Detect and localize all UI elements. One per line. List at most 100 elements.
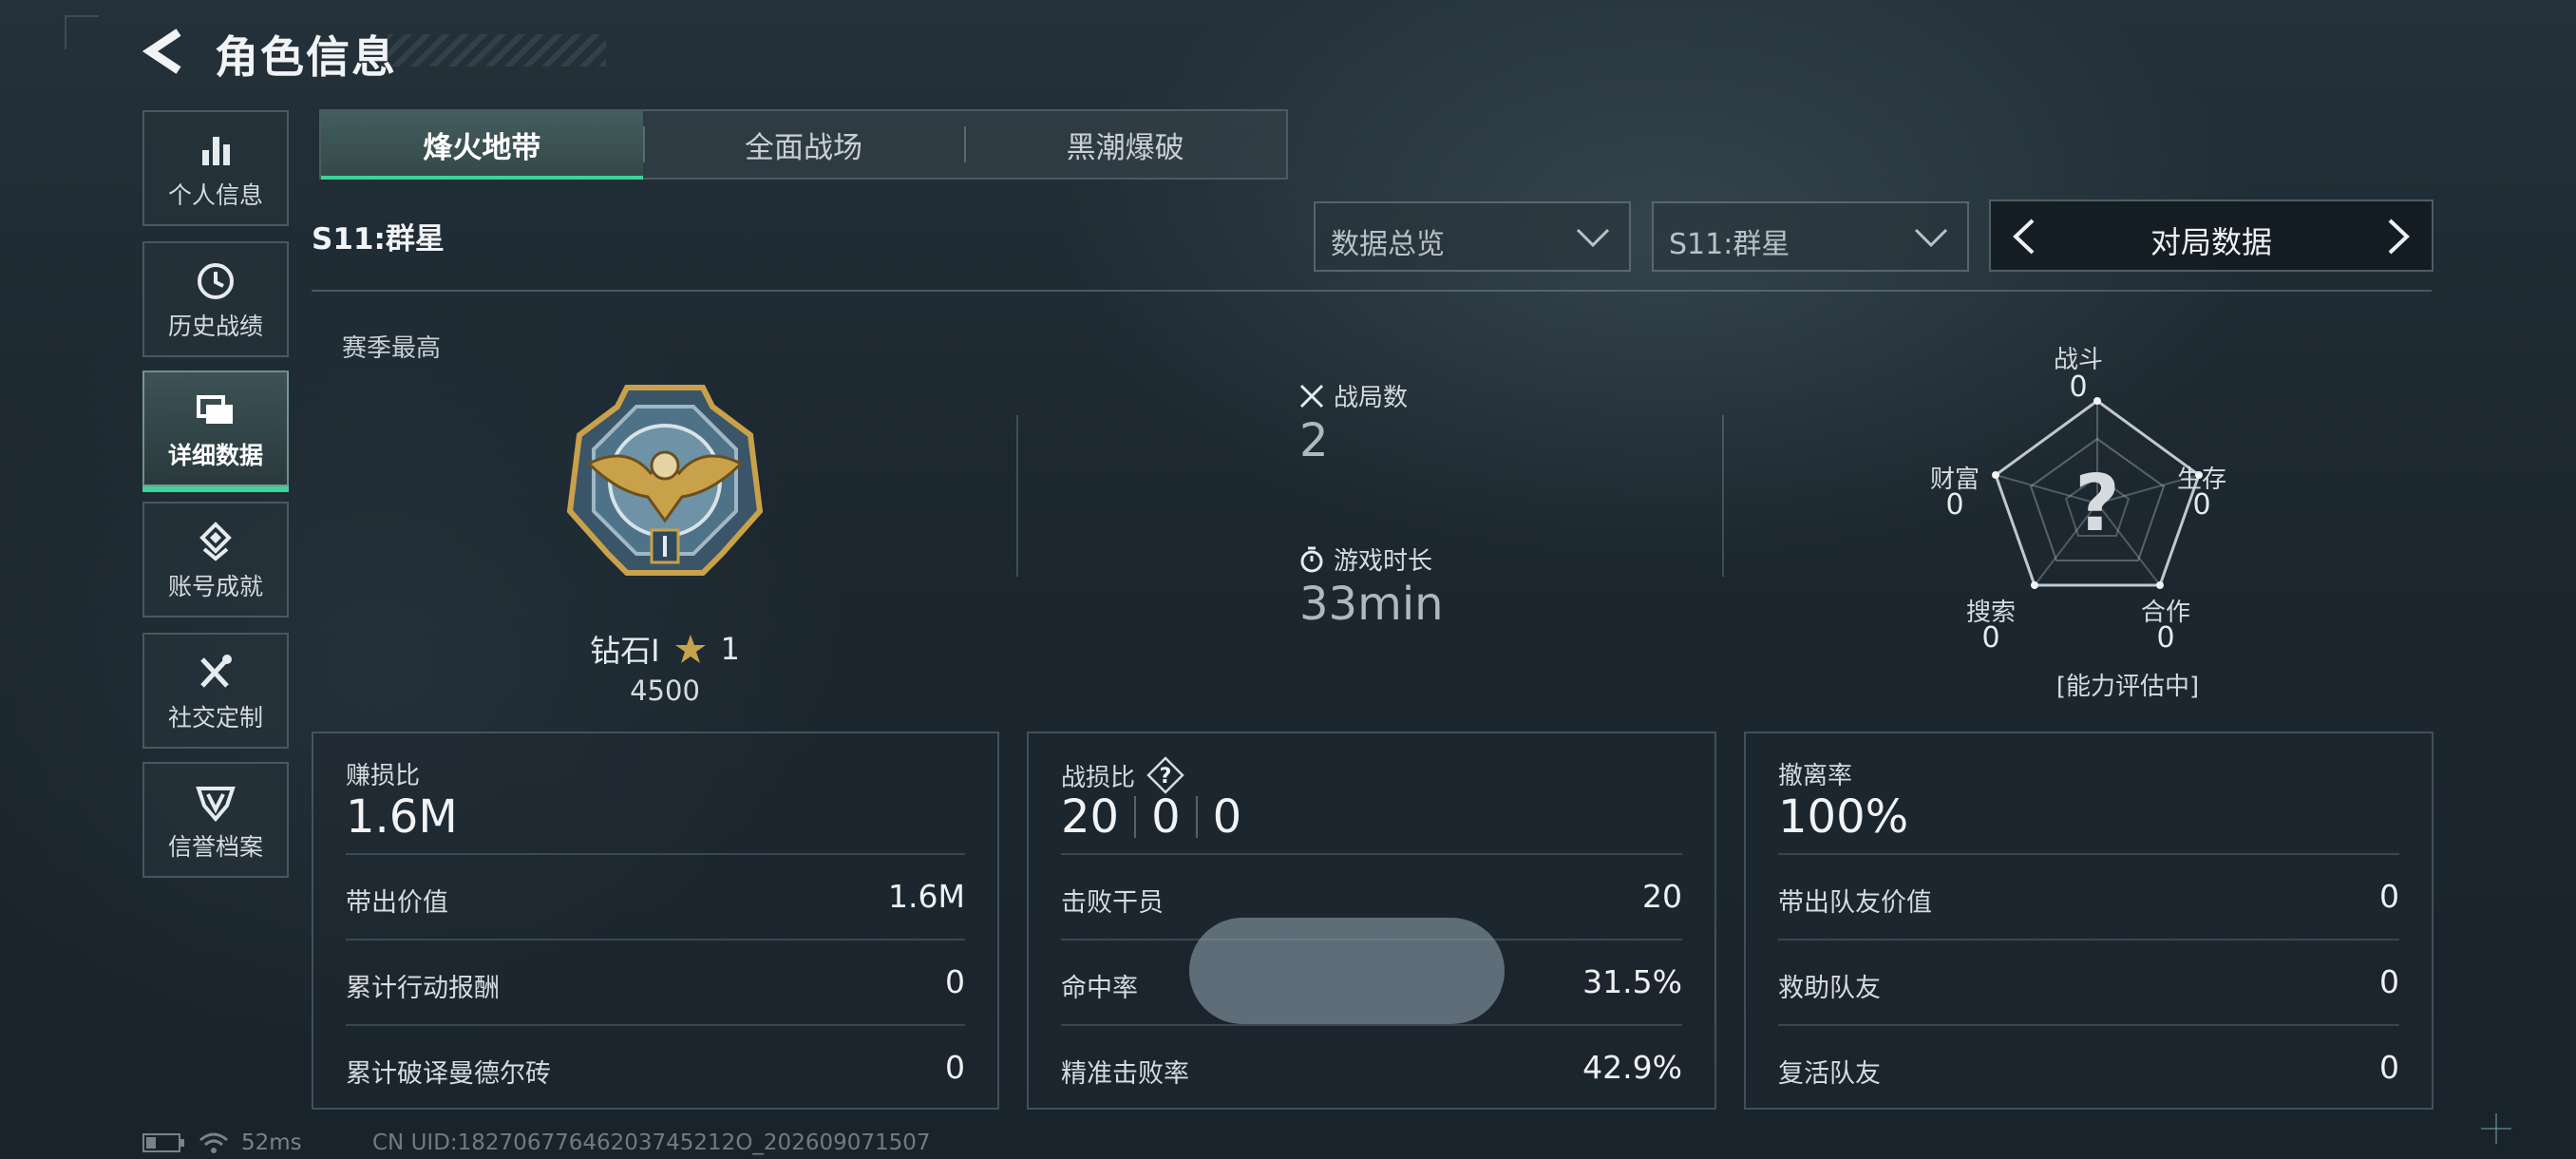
stat-label: 复活队友 — [1778, 1059, 1881, 1089]
radar-value-survival: 0 — [2192, 488, 2211, 522]
stat-label: 命中率 — [1061, 974, 1138, 1003]
sidebar-item-label: 信誉档案 — [167, 833, 263, 861]
sidebar-item-detailed-data[interactable]: 详细数据 — [142, 370, 289, 492]
stat-row: 累计破译曼德尔砖 0 — [346, 1024, 965, 1112]
back-arrow-icon — [142, 28, 181, 74]
card-title: 赚损比 — [346, 762, 421, 790]
card-main-value: 100% — [1778, 790, 1909, 844]
stat-value: 0 — [945, 963, 965, 1000]
corner-decoration — [65, 15, 99, 49]
crossed-swords-icon — [1299, 384, 1324, 408]
sidebar-item-label: 历史战绩 — [167, 313, 263, 340]
sidebar-item-personal-info[interactable]: 个人信息 — [142, 110, 289, 226]
stat-value: 42.9% — [1582, 1049, 1682, 1086]
radar-value-coop: 0 — [2156, 621, 2175, 655]
diamond-rank-medal-icon — [566, 385, 764, 576]
stat-value: 0 — [2379, 963, 2399, 1000]
assists-value: 0 — [1212, 790, 1242, 844]
folder-icon — [197, 395, 233, 424]
sidebar-item-label: 个人信息 — [167, 181, 263, 209]
stat-label: 救助队友 — [1778, 974, 1881, 1003]
ping-value: 52ms — [241, 1130, 302, 1155]
matches-value: 2 — [1299, 414, 1329, 467]
sidebar-item-label: 社交定制 — [167, 704, 263, 732]
battery-icon — [142, 1133, 184, 1152]
season-peak-label: 赛季最高 — [342, 334, 442, 363]
stat-row: 救助队友 0 — [1778, 939, 2399, 1026]
vertical-divider — [1722, 415, 1724, 577]
separator — [1134, 796, 1137, 838]
dropdown-value: S11:群星 — [1669, 228, 1790, 261]
floating-overlay-button[interactable] — [1189, 918, 1505, 1024]
wifi-icon — [199, 1132, 228, 1153]
playtime-value: 33min — [1299, 578, 1444, 631]
bar-chart-icon — [202, 137, 230, 165]
stat-row: 精准击败率 42.9% — [1061, 1024, 1682, 1112]
stat-label: 击败干员 — [1061, 888, 1164, 918]
achievement-icon — [199, 522, 232, 561]
playtime-label: 游戏时长 — [1297, 542, 1432, 577]
kd-values: 20 0 0 — [1061, 790, 1241, 844]
season-dropdown[interactable]: S11:群星 — [1652, 201, 1969, 272]
sidebar-item-label: 账号成就 — [167, 573, 263, 600]
data-mode-label: 对局数据 — [2150, 224, 2272, 260]
stat-row: 累计行动报酬 0 — [346, 939, 965, 1026]
peak-rank: 钻石I 1 — [532, 627, 798, 671]
sidebar-item-history[interactable]: 历史战绩 — [142, 241, 289, 357]
stat-value: 20 — [1642, 878, 1682, 915]
stopwatch-icon — [1300, 546, 1323, 572]
stat-label: 带出价值 — [346, 888, 448, 918]
stat-label: 累计破译曼德尔砖 — [346, 1059, 551, 1089]
page-title: 角色信息 — [215, 31, 397, 83]
matches-label: 战局数 — [1297, 378, 1408, 413]
title-decoration — [388, 34, 606, 66]
back-button[interactable] — [141, 27, 186, 76]
rank-name: 钻石I — [590, 633, 660, 669]
profit-card: 赚损比 1.6M 带出价值 1.6M 累计行动报酬 0 累计破译曼德尔砖 0 — [312, 732, 999, 1110]
sidebar-item-label: 详细数据 — [167, 442, 263, 469]
shield-icon — [196, 787, 236, 823]
status-bar: 52ms — [142, 1130, 302, 1155]
separator — [1195, 796, 1198, 838]
svg-text:?: ? — [1160, 765, 1172, 788]
radar-value-search: 0 — [1981, 621, 2000, 655]
dropdown-value: 数据总览 — [1331, 228, 1445, 261]
clock-icon — [198, 263, 234, 299]
mode-tabs: 烽火地带 全面战场 黑潮爆破 — [319, 109, 1288, 180]
radar-value-combat: 0 — [2069, 370, 2088, 404]
card-title: 撤离率 — [1778, 762, 1853, 790]
ability-status: [能力评估中] — [2055, 673, 2200, 701]
season-title: S11:群星 — [312, 222, 445, 256]
extraction-card: 撤离率 100% 带出队友价值 0 救助队友 0 复活队友 0 — [1744, 732, 2434, 1110]
stat-row: 带出队友价值 0 — [1778, 853, 2399, 940]
tab-warzone[interactable]: 烽火地带 — [321, 111, 643, 180]
radar-center-mark: ? — [2074, 459, 2120, 549]
tab-blacktide[interactable]: 黑潮爆破 — [964, 111, 1286, 178]
chevron-down-icon — [1576, 228, 1610, 248]
radar-value-wealth: 0 — [1945, 488, 1964, 522]
crosshair-icon — [2481, 1113, 2511, 1144]
tools-icon — [200, 655, 232, 688]
stat-label: 累计行动报酬 — [346, 974, 500, 1003]
next-arrow-icon[interactable] — [2382, 217, 2415, 256]
overview-dropdown[interactable]: 数据总览 — [1314, 201, 1631, 272]
stat-value: 0 — [2379, 878, 2399, 915]
sidebar-item-reputation[interactable]: 信誉档案 — [142, 762, 289, 878]
kills-value: 20 — [1061, 790, 1120, 844]
deaths-value: 0 — [1151, 790, 1181, 844]
card-main-value: 1.6M — [346, 790, 458, 844]
stat-value: 1.6M — [888, 878, 965, 915]
sidebar-item-achievements[interactable]: 账号成就 — [142, 502, 289, 618]
sidebar-item-social[interactable]: 社交定制 — [142, 633, 289, 749]
vertical-divider — [1016, 415, 1018, 577]
tab-battlefield[interactable]: 全面战场 — [642, 111, 965, 178]
card-title: 战损比 ? — [1061, 756, 1184, 794]
stat-row: 复活队友 0 — [1778, 1024, 2399, 1112]
star-icon — [674, 635, 706, 663]
stat-value: 0 — [2379, 1049, 2399, 1086]
help-icon[interactable]: ? — [1146, 756, 1184, 794]
stat-label: 精准击败率 — [1061, 1059, 1189, 1089]
stat-row: 带出价值 1.6M — [346, 853, 965, 940]
stat-label: 带出队友价值 — [1778, 888, 1932, 918]
stat-value: 31.5% — [1582, 963, 1682, 1000]
